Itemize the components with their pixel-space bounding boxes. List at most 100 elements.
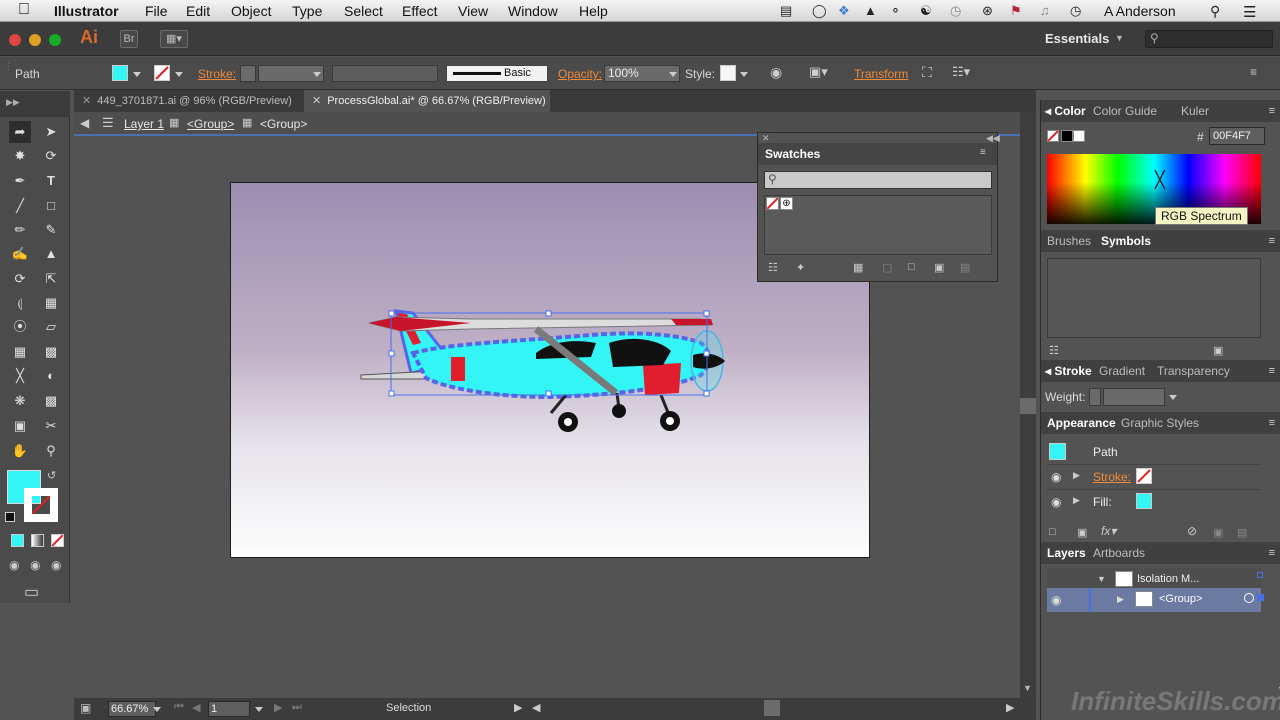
close-icon[interactable]: ✕ [82, 95, 91, 107]
gradient-mode-button[interactable] [31, 534, 44, 547]
close-icon[interactable]: ✕ [312, 95, 321, 107]
new-symbol-icon[interactable]: ▣ [1213, 344, 1223, 357]
visibility-eye-icon[interactable]: ◉ [1051, 470, 1061, 484]
stroke-weight-stepper[interactable] [240, 65, 256, 82]
lasso-tool-icon[interactable]: ⟳ [40, 145, 62, 167]
blob-brush-tool-icon[interactable]: ✍ [9, 243, 31, 265]
swatch-options-icon[interactable]: ▦ [853, 261, 863, 274]
new-swatch-icon[interactable]: ▣ [934, 261, 944, 274]
tab-appearance[interactable]: Appearance [1047, 416, 1116, 430]
align-icon[interactable]: ▣▾ [809, 64, 828, 80]
symbol-libraries-icon[interactable]: ☷ [1049, 344, 1059, 357]
stroke-swatch[interactable] [24, 488, 58, 522]
width-tool-icon[interactable]: ⦇ [9, 292, 31, 314]
isolate-icon[interactable]: ⛶ [922, 64, 932, 81]
appearance-stroke-swatch[interactable] [1136, 468, 1152, 484]
swatches-panel-header[interactable]: Swatches ≡ [758, 143, 997, 165]
user-name[interactable]: A Anderson [1104, 3, 1176, 19]
chevron-down-icon[interactable] [740, 72, 748, 77]
layer-selection-indicator[interactable] [1257, 572, 1263, 578]
breadcrumb-group[interactable]: <Group> [187, 117, 234, 131]
gradient-tool-icon[interactable]: ▩ [40, 341, 62, 363]
eraser-tool-icon[interactable]: ▲ [40, 243, 62, 265]
panel-menu-icon[interactable]: ≡ [1269, 417, 1275, 429]
stroke-label-link[interactable]: Stroke: [198, 67, 236, 81]
time-machine-icon[interactable]: ◷ [950, 3, 961, 19]
visibility-eye-icon[interactable]: ◉ [1051, 593, 1061, 607]
color-mode-button[interactable] [11, 534, 24, 547]
duplicate-item-icon[interactable]: ▣ [1213, 526, 1223, 539]
swap-fill-stroke-icon[interactable]: ↺ [47, 469, 56, 482]
menu-edit[interactable]: Edit [186, 3, 210, 19]
menu-object[interactable]: Object [231, 3, 271, 19]
target-circle-icon[interactable] [1244, 593, 1254, 603]
variable-width-profile[interactable] [332, 65, 438, 82]
default-colors-icon[interactable] [5, 512, 15, 522]
disclosure-arrow-icon[interactable]: ▼ [1097, 574, 1106, 584]
draw-normal-icon[interactable]: ◉ [9, 558, 19, 572]
brush-definition-select[interactable]: Basic [446, 65, 548, 82]
back-arrow-icon[interactable]: ◀ [80, 116, 89, 130]
menu-type[interactable]: Type [292, 3, 322, 19]
apple-menu-icon[interactable]:  [18, 1, 30, 19]
zoom-level-field[interactable]: 66.67% [108, 701, 156, 717]
arrange-icon[interactable]: ☷▾ [952, 64, 970, 80]
type-tool-icon[interactable]: T [40, 170, 62, 192]
menu-window[interactable]: Window [508, 3, 558, 19]
tab-color-guide[interactable]: Color Guide [1093, 104, 1157, 118]
delete-item-icon[interactable]: ▤ [1237, 526, 1247, 539]
blend-tool-icon[interactable]: ◐ [40, 365, 62, 387]
screen-share-icon[interactable]: ▤ [780, 3, 792, 19]
swatch-kinds-icon[interactable]: ✦ [796, 261, 805, 274]
appearance-fill-swatch[interactable] [1136, 493, 1152, 509]
clock-icon[interactable]: ◷ [1070, 3, 1081, 19]
chevron-down-icon[interactable] [1169, 395, 1177, 400]
draw-inside-icon[interactable]: ◉ [51, 558, 61, 572]
volume-icon[interactable]: ♫ [1040, 3, 1050, 18]
chevron-down-icon[interactable] [313, 72, 321, 77]
menu-help[interactable]: Help [579, 3, 608, 19]
chevron-down-icon[interactable] [133, 72, 141, 77]
hex-color-field[interactable]: 00F4F7 [1209, 127, 1265, 145]
control-panel-menu-icon[interactable]: ≡ [1250, 65, 1257, 79]
tab-gradient[interactable]: Gradient [1099, 364, 1145, 378]
line-tool-icon[interactable]: ╱ [9, 195, 31, 217]
registration-swatch[interactable]: ⊕ [780, 197, 793, 210]
opacity-label-link[interactable]: Opacity: [558, 67, 602, 81]
artboard-number-field[interactable]: 1 [208, 701, 250, 717]
chat-icon[interactable]: ⚬ [890, 3, 901, 19]
none-mode-button[interactable] [51, 534, 64, 547]
color-group-icon[interactable]: ▢ [882, 261, 892, 274]
app-menu[interactable]: Illustrator [54, 3, 119, 19]
free-transform-tool-icon[interactable]: ▦ [40, 292, 62, 314]
tab-stroke[interactable]: ◂ Stroke [1045, 364, 1092, 378]
tab-kuler[interactable]: Kuler [1181, 104, 1209, 118]
stroke-color-swatch[interactable] [154, 65, 170, 81]
symbol-sprayer-tool-icon[interactable]: ❋ [9, 390, 31, 412]
accessibility-icon[interactable]: ☯ [920, 3, 932, 19]
black-color-button[interactable] [1061, 130, 1073, 142]
direct-selection-tool-icon[interactable]: ➤ [40, 121, 62, 143]
graphic-style-swatch[interactable] [720, 65, 736, 81]
transform-link[interactable]: Transform [854, 67, 908, 81]
add-new-stroke-icon[interactable]: □ [1049, 526, 1056, 538]
workspace-switcher[interactable]: Essentials [1045, 31, 1109, 46]
column-graph-tool-icon[interactable]: ▩ [40, 390, 62, 412]
white-color-button[interactable] [1073, 130, 1085, 142]
swatch-libraries-icon[interactable]: ☷ [768, 261, 778, 274]
none-swatch[interactable] [766, 197, 779, 210]
clear-appearance-icon[interactable]: ⊘ [1187, 524, 1197, 538]
bluetooth-icon[interactable]: ⊛ [982, 3, 993, 19]
spotlight-icon[interactable]: ⚲ [1210, 3, 1220, 20]
panel-menu-icon[interactable]: ≡ [1269, 547, 1275, 559]
eyedropper-tool-icon[interactable]: ╳ [9, 365, 31, 387]
chevron-down-icon[interactable] [153, 707, 161, 712]
paintbrush-tool-icon[interactable]: ✏ [9, 219, 31, 241]
panel-menu-icon[interactable]: ≡ [1269, 365, 1275, 377]
scroll-thumb[interactable] [1020, 398, 1036, 414]
add-effect-icon[interactable]: fx▾ [1101, 524, 1116, 538]
appearance-stroke-row[interactable]: ◉ ▶ Stroke: [1047, 464, 1261, 488]
first-artboard-icon[interactable]: ⏮ [174, 701, 184, 714]
visibility-eye-icon[interactable]: ◉ [1051, 495, 1061, 509]
panel-menu-icon[interactable]: ≡ [1269, 235, 1275, 247]
